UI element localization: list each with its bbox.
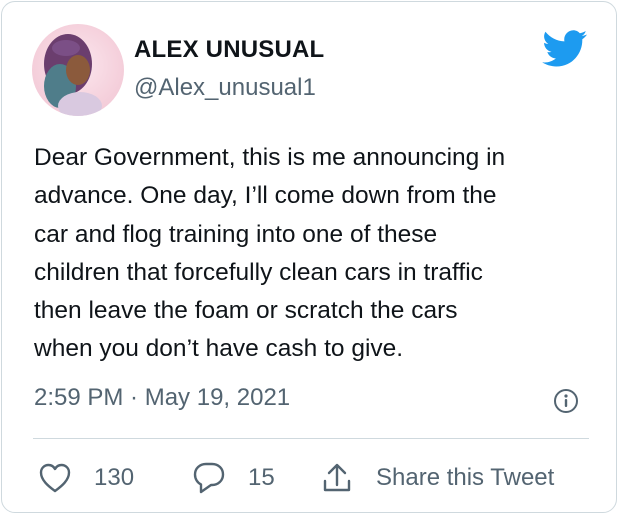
heart-icon <box>39 463 71 493</box>
twitter-bird-icon[interactable] <box>542 30 588 68</box>
tweet-text-line: Dear Government, this is me announcing i… <box>34 144 506 171</box>
divider <box>33 438 589 439</box>
tweet-text-line: advance. One day, I’ll come down from th… <box>34 182 497 210</box>
avatar[interactable] <box>32 24 124 116</box>
tweet-text-line: car and flog training into one of these <box>34 220 438 248</box>
reply-bubble-icon <box>193 462 225 494</box>
tweet-text-line: children that forcefully clean cars in t… <box>34 258 483 286</box>
tweet-text-line: then leave the foam or scratch the cars <box>34 297 458 325</box>
share-icon <box>323 463 351 492</box>
share-button[interactable]: Share this Tweet <box>320 456 554 500</box>
author-name[interactable]: ALEX UNUSUAL <box>134 36 324 64</box>
tweet-timestamp[interactable]: 2:59 PM · May 19, 2021 <box>34 384 290 412</box>
share-label: Share this Tweet <box>376 464 555 491</box>
author-handle[interactable]: @Alex_unusual1 <box>134 74 316 102</box>
like-button[interactable]: 130 <box>38 456 134 500</box>
reply-count: 15 <box>248 464 275 491</box>
tweet-text: Dear Government, this is me announcing i… <box>34 139 594 369</box>
info-icon[interactable] <box>553 388 579 414</box>
tweet-text-line: when you don’t have cash to give. <box>34 335 404 363</box>
reply-button[interactable]: 15 <box>192 456 275 500</box>
tweet-card: ALEX UNUSUAL @Alex_unusual1 Dear Governm… <box>1 1 617 513</box>
like-count: 130 <box>94 464 135 491</box>
